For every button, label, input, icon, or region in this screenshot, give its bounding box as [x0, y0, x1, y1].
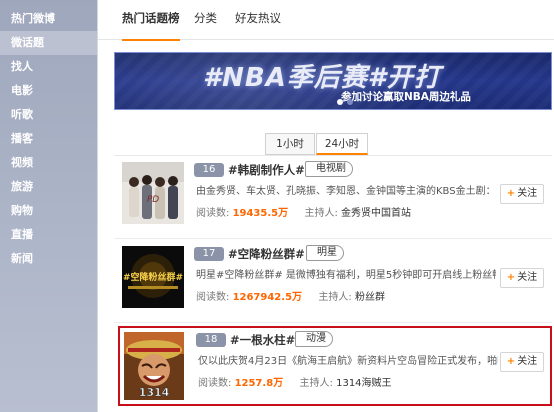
rank-badge: 17: [194, 247, 224, 261]
tab-category[interactable]: 分类: [194, 0, 217, 40]
read-count: 1257.8万: [234, 378, 284, 389]
sidebar-item-video[interactable]: 视频: [0, 151, 97, 175]
topic-row-highlighted: 1314 18 #一根水柱# 动漫 仅以此庆贺4月23日《航海王启航》新资料片空…: [118, 326, 552, 406]
rank-badge: 18: [196, 333, 226, 347]
read-count: 19435.5万: [232, 208, 289, 219]
rank-badge: 16: [194, 163, 224, 177]
topic-title[interactable]: #一根水柱#: [230, 332, 295, 348]
sidebar-item-hot-weibo[interactable]: 热门微博: [0, 7, 97, 31]
host-name[interactable]: 粉丝群: [355, 292, 385, 303]
divider: [114, 322, 552, 323]
follow-button[interactable]: + 关注: [500, 184, 544, 204]
topic-description: 仅以此庆贺4月23日《航海王启航》新资料片空岛冒险正式发布，啪啪啪~~~: [198, 356, 498, 367]
topic-row: PD 16 #韩剧制作人# 电视剧 由金秀贤、车太贤、孔晓振、李知恩、金钟国等主…: [114, 158, 552, 236]
plus-icon: +: [506, 272, 516, 283]
svg-text:PD: PD: [147, 195, 159, 205]
sidebar-item-news[interactable]: 新闻: [0, 247, 97, 271]
left-sidebar: 热门微博 微话题 找人 电影 听歌 播客 视频 旅游 购物 直播 新闻: [0, 0, 97, 412]
topic-thumbnail[interactable]: 1314: [124, 332, 184, 400]
main-panel: 热门话题榜 分类 好友热议 #NBA季后赛#开打 参加讨论赢取NBA周边礼品 1…: [97, 0, 554, 412]
sidebar-item-travel[interactable]: 旅游: [0, 175, 97, 199]
tab-bar: 热门话题榜 分类 好友热议: [98, 0, 554, 41]
plus-icon: +: [506, 356, 516, 367]
carousel-dot-active[interactable]: [337, 99, 343, 105]
host-name[interactable]: 1314海贼王: [336, 378, 391, 389]
sidebar-item-topics[interactable]: 微话题: [0, 31, 97, 55]
topic-title[interactable]: #韩剧制作人#: [228, 162, 305, 178]
tab-friends-discussion[interactable]: 好友热议: [235, 0, 281, 40]
follow-label: 关注: [517, 272, 538, 283]
category-tag[interactable]: 动漫: [295, 331, 333, 347]
topic-description: 明星#空降粉丝群# 是微博独有福利，明星5秒钟即可开启线上粉丝畅谈会...: [196, 270, 496, 281]
sidebar-item-shopping[interactable]: 购物: [0, 199, 97, 223]
topic-stats: 阅读数: 1267942.5万 主持人: 粉丝群: [196, 288, 385, 303]
toggle-1-hour[interactable]: 1小时: [265, 133, 315, 155]
banner-subtitle: 参加讨论赢取NBA周边礼品: [341, 91, 471, 103]
category-tag[interactable]: 明星: [306, 245, 344, 261]
topic-thumbnail[interactable]: #空降粉丝群#: [122, 246, 184, 308]
divider: [114, 238, 552, 239]
thumbnail-caption: 1314: [139, 386, 170, 399]
topic-stats: 阅读数: 1257.8万 主持人: 1314海贼王: [198, 374, 392, 389]
read-count: 1267942.5万: [232, 292, 303, 303]
follow-label: 关注: [517, 356, 538, 367]
sidebar-item-podcast[interactable]: 播客: [0, 127, 97, 151]
divider: [114, 155, 552, 156]
read-count-label: 阅读数:: [198, 378, 232, 389]
sidebar-item-movies[interactable]: 电影: [0, 79, 97, 103]
carousel-dot[interactable]: [347, 99, 353, 105]
follow-button[interactable]: + 关注: [500, 268, 544, 288]
host-label: 主持人:: [318, 292, 352, 303]
topic-description: 由金秀贤、车太贤、孔晓振、李知恩、金钟国等主演的KBS金土剧：《制作...: [196, 186, 496, 197]
toggle-24-hours[interactable]: 24小时: [316, 133, 368, 155]
sidebar-item-music[interactable]: 听歌: [0, 103, 97, 127]
thumbnail-caption: #空降粉丝群#: [123, 271, 183, 283]
host-label: 主持人:: [304, 208, 338, 219]
read-count-label: 阅读数:: [196, 292, 230, 303]
follow-button[interactable]: + 关注: [500, 352, 544, 372]
tab-hot-topics[interactable]: 热门话题榜: [122, 0, 180, 41]
topic-thumbnail[interactable]: PD: [122, 162, 184, 224]
sidebar-item-find-people[interactable]: 找人: [0, 55, 97, 79]
promo-banner[interactable]: #NBA季后赛#开打 参加讨论赢取NBA周边礼品: [114, 52, 552, 110]
read-count-label: 阅读数:: [196, 208, 230, 219]
topic-stats: 阅读数: 19435.5万 主持人: 金秀贤中国首站: [196, 204, 411, 219]
follow-label: 关注: [517, 188, 538, 199]
host-name[interactable]: 金秀贤中国首站: [341, 208, 411, 219]
plus-icon: +: [506, 188, 516, 199]
topic-row: #空降粉丝群# 17 #空降粉丝群# 明星 明星#空降粉丝群# 是微博独有福利，…: [114, 242, 552, 320]
topic-title[interactable]: #空降粉丝群#: [228, 246, 305, 262]
category-tag[interactable]: 电视剧: [305, 161, 353, 177]
sidebar-item-live[interactable]: 直播: [0, 223, 97, 247]
host-label: 主持人:: [299, 378, 333, 389]
